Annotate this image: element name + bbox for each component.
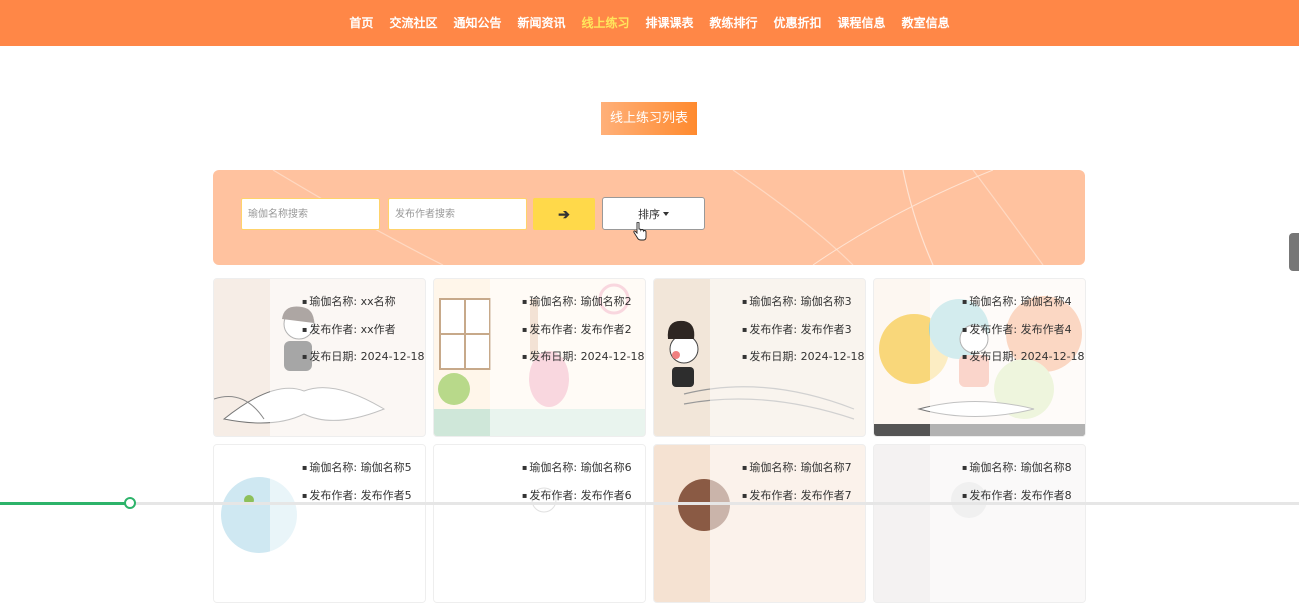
- card-yoga-name: 瑜伽名称: 瑜伽名称2: [522, 293, 645, 321]
- card-info: 瑜伽名称: 瑜伽名称8 发布作者: 发布作者8: [930, 445, 1085, 602]
- practice-card[interactable]: 瑜伽名称: 瑜伽名称2 发布作者: 发布作者2 发布日期: 2024-12-18: [433, 278, 646, 437]
- card-date: 发布日期: 2024-12-18: [522, 348, 645, 376]
- top-navigation: 首页 交流社区 通知公告 新闻资讯 线上练习 排课课表 教练排行 优惠折扣 课程…: [0, 0, 1299, 46]
- card-yoga-name: 瑜伽名称: 瑜伽名称8: [962, 459, 1085, 487]
- card-author: 发布作者: 发布作者8: [962, 487, 1085, 515]
- hand-cursor-icon: [633, 222, 647, 241]
- card-info: 瑜伽名称: 瑜伽名称6 发布作者: 发布作者6: [490, 445, 645, 602]
- card-author: 发布作者: 发布作者6: [522, 487, 645, 515]
- card-info: 瑜伽名称: xx名称 发布作者: xx作者 发布日期: 2024-12-18: [270, 279, 425, 436]
- nav-online-practice[interactable]: 线上练习: [573, 0, 637, 46]
- card-info: 瑜伽名称: 瑜伽名称4 发布作者: 发布作者4 发布日期: 2024-12-18: [930, 279, 1085, 436]
- card-author: 发布作者: 发布作者3: [742, 321, 865, 349]
- card-date: 发布日期: 2024-12-18: [742, 348, 865, 376]
- practice-card[interactable]: 瑜伽名称: 瑜伽名称8 发布作者: 发布作者8: [873, 444, 1086, 603]
- practice-card[interactable]: 瑜伽名称: xx名称 发布作者: xx作者 发布日期: 2024-12-18: [213, 278, 426, 437]
- card-info: 瑜伽名称: 瑜伽名称3 发布作者: 发布作者3 发布日期: 2024-12-18: [710, 279, 865, 436]
- card-author: 发布作者: 发布作者5: [302, 487, 425, 515]
- card-info: 瑜伽名称: 瑜伽名称2 发布作者: 发布作者2 发布日期: 2024-12-18: [490, 279, 645, 436]
- nav-coach-ranking[interactable]: 教练排行: [702, 0, 766, 46]
- practice-card[interactable]: 瑜伽名称: 瑜伽名称6 发布作者: 发布作者6: [433, 444, 646, 603]
- caret-down-icon: [663, 211, 669, 216]
- sort-dropdown-button[interactable]: 排序: [602, 197, 705, 230]
- arrow-right-icon: ➔: [558, 205, 570, 222]
- card-yoga-name: 瑜伽名称: 瑜伽名称3: [742, 293, 865, 321]
- nav-news[interactable]: 新闻资讯: [509, 0, 573, 46]
- search-submit-button[interactable]: ➔: [533, 198, 595, 230]
- card-info: 瑜伽名称: 瑜伽名称7 发布作者: 发布作者7: [710, 445, 865, 602]
- progress-track: [0, 502, 1299, 505]
- practice-card[interactable]: 瑜伽名称: 瑜伽名称5 发布作者: 发布作者5: [213, 444, 426, 603]
- card-yoga-name: 瑜伽名称: xx名称: [302, 293, 425, 321]
- nav-courses[interactable]: 课程信息: [830, 0, 894, 46]
- card-author: 发布作者: 发布作者4: [962, 321, 1085, 349]
- practice-card[interactable]: 瑜伽名称: 瑜伽名称3 发布作者: 发布作者3 发布日期: 2024-12-18: [653, 278, 866, 437]
- nav-discounts[interactable]: 优惠折扣: [766, 0, 830, 46]
- progress-fill: [0, 502, 130, 505]
- card-author: 发布作者: 发布作者2: [522, 321, 645, 349]
- card-author: 发布作者: 发布作者7: [742, 487, 865, 515]
- card-date: 发布日期: 2024-12-18: [302, 348, 425, 376]
- practice-card[interactable]: 瑜伽名称: 瑜伽名称4 发布作者: 发布作者4 发布日期: 2024-12-18: [873, 278, 1086, 437]
- sort-label: 排序: [638, 208, 660, 221]
- card-yoga-name: 瑜伽名称: 瑜伽名称4: [962, 293, 1085, 321]
- nav-notices[interactable]: 通知公告: [445, 0, 509, 46]
- search-panel: ➔ 排序: [213, 170, 1085, 265]
- yoga-name-search-input[interactable]: [241, 198, 380, 230]
- page-title: 线上练习列表: [601, 102, 697, 135]
- nav-community[interactable]: 交流社区: [381, 0, 445, 46]
- nav-home[interactable]: 首页: [341, 0, 381, 46]
- practice-card[interactable]: 瑜伽名称: 瑜伽名称7 发布作者: 发布作者7: [653, 444, 866, 603]
- progress-handle[interactable]: [124, 497, 136, 509]
- nav-classrooms[interactable]: 教室信息: [894, 0, 958, 46]
- author-search-input[interactable]: [388, 198, 527, 230]
- card-author: 发布作者: xx作者: [302, 321, 425, 349]
- card-yoga-name: 瑜伽名称: 瑜伽名称7: [742, 459, 865, 487]
- side-panel-toggle[interactable]: [1289, 233, 1299, 271]
- card-yoga-name: 瑜伽名称: 瑜伽名称5: [302, 459, 425, 487]
- nav-schedule[interactable]: 排课课表: [638, 0, 702, 46]
- card-yoga-name: 瑜伽名称: 瑜伽名称6: [522, 459, 645, 487]
- card-date: 发布日期: 2024-12-18: [962, 348, 1085, 376]
- card-info: 瑜伽名称: 瑜伽名称5 发布作者: 发布作者5: [270, 445, 425, 602]
